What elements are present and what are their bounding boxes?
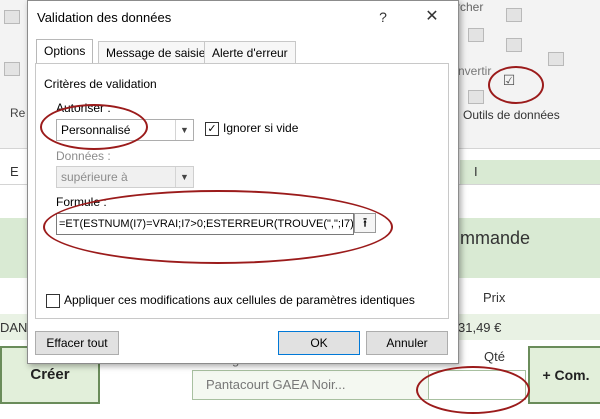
quantity-cell[interactable] xyxy=(428,370,526,400)
cancel-button[interactable]: Annuler xyxy=(366,331,448,355)
data-select: supérieure à ▼ xyxy=(56,166,194,188)
sheet-title: mmande xyxy=(460,228,531,248)
dialog-title: Validation des données xyxy=(37,10,172,25)
formula-value: =ET(ESTNUM(I7)=VRAI;I7>0;ESTERREUR(TROUV… xyxy=(59,218,354,230)
price-cell: 31,49 € xyxy=(458,320,502,335)
data-label: Données : xyxy=(56,149,111,163)
left-cell-fragment: DAN xyxy=(0,320,28,335)
tab-options[interactable]: Options xyxy=(36,39,94,65)
close-icon[interactable]: ✕ xyxy=(420,7,444,27)
ribbon-icon xyxy=(468,28,484,42)
ribbon-label-search: rcher xyxy=(456,0,484,14)
ribbon-icon xyxy=(4,62,20,76)
tab-input-message[interactable]: Message de saisie xyxy=(98,41,214,64)
options-panel: Critères de validation Autoriser : Perso… xyxy=(35,63,449,319)
dropdown-arrow-icon: ▼ xyxy=(175,167,193,187)
data-value: supérieure à xyxy=(61,170,128,184)
ribbon-icon xyxy=(4,10,20,24)
apply-all-label: Appliquer ces modifications aux cellules… xyxy=(64,293,415,307)
ribbon-icon xyxy=(506,8,522,22)
allow-label: Autoriser : xyxy=(56,101,111,115)
allow-select[interactable]: Personnalisé ▼ xyxy=(56,119,194,141)
data-validation-icon[interactable]: ☑ xyxy=(498,70,520,90)
ribbon-icon xyxy=(548,52,564,66)
qte-header: Qté xyxy=(484,349,505,364)
add-command-button[interactable]: + Com. xyxy=(528,346,600,404)
ribbon-group-data-tools: Outils de données xyxy=(463,108,560,122)
ignore-blank-label: Ignorer si vide xyxy=(223,121,299,135)
ignore-blank-checkbox[interactable]: ✓ xyxy=(205,122,219,136)
clear-all-button[interactable]: Effacer tout xyxy=(35,331,119,355)
help-icon[interactable]: ? xyxy=(373,7,393,27)
ok-button[interactable]: OK xyxy=(278,331,360,355)
product-value: Pantacourt GAEA Noir... xyxy=(206,377,346,392)
selected-column-highlight xyxy=(460,160,600,184)
data-validation-dialog: Validation des données ? ✕ Options Messa… xyxy=(27,0,459,364)
apply-all-checkbox[interactable] xyxy=(46,294,60,308)
column-header-i: I xyxy=(474,164,478,179)
prix-header: Prix xyxy=(483,290,506,305)
formula-label: Formule : xyxy=(56,195,107,209)
collapse-range-icon[interactable]: ⭱ xyxy=(354,213,376,233)
section-title: Critères de validation xyxy=(44,77,157,91)
ribbon-icon xyxy=(506,38,522,52)
ribbon-label-convertir: nvertir xyxy=(458,64,492,78)
ribbon-group-label: Re xyxy=(10,106,26,120)
dropdown-arrow-icon: ▼ xyxy=(175,120,193,140)
ribbon-icon xyxy=(468,90,484,104)
column-header-e: E xyxy=(10,164,19,179)
tab-error-alert[interactable]: Alerte d'erreur xyxy=(204,41,296,64)
allow-value: Personnalisé xyxy=(61,123,131,137)
formula-input[interactable]: =ET(ESTNUM(I7)=VRAI;I7>0;ESTERREUR(TROUV… xyxy=(56,213,354,235)
